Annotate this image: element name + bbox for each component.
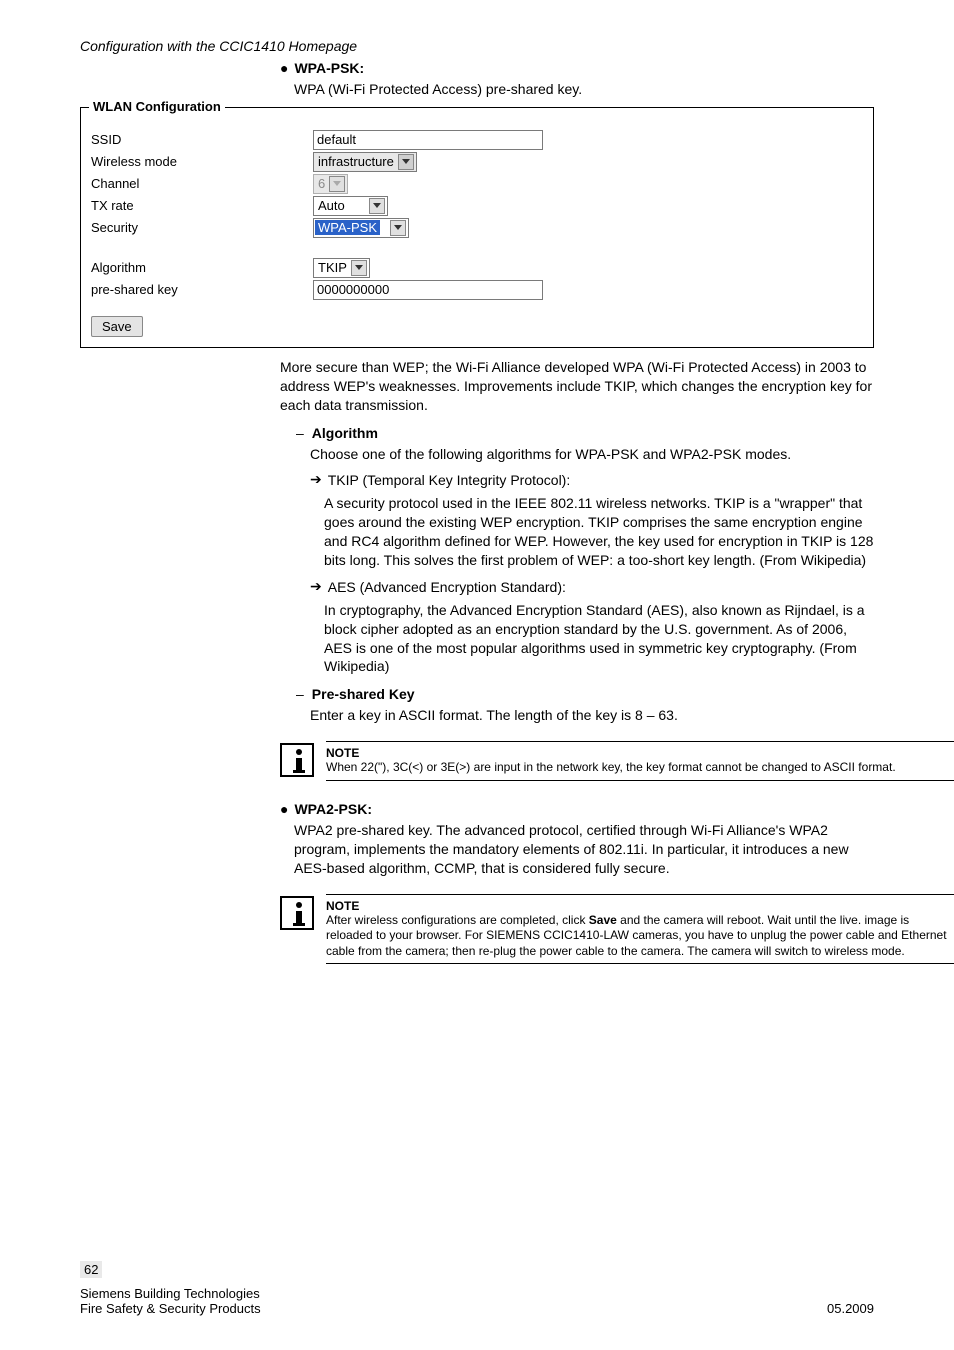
note-block: NOTE After wireless configurations are c… (280, 892, 954, 969)
tkip-title: TKIP (Temporal Key Integrity Protocol): (328, 471, 571, 490)
chevron-down-icon (369, 198, 385, 214)
note-block: NOTE When 22("), 3C(<) or 3E(>) are inpu… (280, 739, 954, 785)
txrate-value: Auto (318, 198, 365, 213)
save-button[interactable]: Save (91, 316, 143, 337)
wpa2-heading: WPA2-PSK: (294, 801, 372, 817)
breadcrumb: Configuration with the CCIC1410 Homepage (80, 38, 874, 54)
wpa2-body: WPA2 pre-shared key. The advanced protoc… (294, 821, 874, 878)
psk-heading: Pre-shared Key (312, 686, 415, 702)
aes-title: AES (Advanced Encryption Standard): (328, 578, 566, 597)
chevron-down-icon (390, 220, 406, 236)
security-label: Security (91, 220, 313, 235)
chevron-down-icon (398, 154, 414, 170)
note-body: When 22("), 3C(<) or 3E(>) are input in … (326, 760, 954, 776)
info-icon (280, 896, 314, 930)
arrow-icon: ➔ (310, 471, 322, 490)
note-label: NOTE (326, 746, 954, 760)
algorithm-heading: Algorithm (312, 425, 378, 441)
wlan-config-figure: WLAN Configuration SSID Wireless mode in… (80, 107, 874, 348)
channel-select: 6 (313, 174, 348, 194)
footer-date: 05.2009 (827, 1301, 874, 1316)
footer-org: Siemens Building Technologies (80, 1286, 260, 1301)
wpa-psk-heading: WPA-PSK: (294, 60, 364, 76)
info-icon (280, 743, 314, 777)
txrate-label: TX rate (91, 198, 313, 213)
ssid-label: SSID (91, 132, 313, 147)
algorithm-value: TKIP (318, 260, 347, 275)
dash-icon: – (296, 425, 304, 441)
tkip-body: A security protocol used in the IEEE 802… (324, 494, 874, 570)
security-select[interactable]: WPA-PSK (313, 218, 409, 238)
channel-value: 6 (318, 176, 325, 191)
aes-body: In cryptography, the Advanced Encryption… (324, 601, 874, 677)
page-footer: 62 Siemens Building Technologies Fire Sa… (80, 1261, 874, 1316)
arrow-icon: ➔ (310, 578, 322, 597)
wpa-description: More secure than WEP; the Wi-Fi Alliance… (280, 358, 874, 415)
ssid-input[interactable] (313, 130, 543, 150)
wpa-psk-subtitle: WPA (Wi-Fi Protected Access) pre-shared … (294, 80, 874, 99)
psk-input[interactable] (313, 280, 543, 300)
mode-label: Wireless mode (91, 154, 313, 169)
psk-label: pre-shared key (91, 282, 313, 297)
psk-body: Enter a key in ASCII format. The length … (310, 706, 874, 725)
chevron-down-icon (351, 260, 367, 276)
page-number: 62 (80, 1261, 102, 1278)
chevron-down-icon (329, 176, 345, 192)
note-body: After wireless configurations are comple… (326, 913, 954, 960)
mode-select[interactable]: infrastructure (313, 152, 417, 172)
algorithm-select[interactable]: TKIP (313, 258, 370, 278)
note-label: NOTE (326, 899, 954, 913)
security-value: WPA-PSK (315, 220, 380, 235)
footer-dept: Fire Safety & Security Products (80, 1301, 261, 1316)
bullet-icon: ● (280, 61, 288, 75)
algorithm-intro: Choose one of the following algorithms f… (310, 445, 874, 464)
dash-icon: – (296, 686, 304, 702)
fieldset-legend: WLAN Configuration (89, 99, 225, 114)
channel-label: Channel (91, 176, 313, 191)
algorithm-label: Algorithm (91, 260, 313, 275)
mode-value: infrastructure (318, 154, 394, 169)
bullet-icon: ● (280, 802, 288, 816)
txrate-select[interactable]: Auto (313, 196, 388, 216)
